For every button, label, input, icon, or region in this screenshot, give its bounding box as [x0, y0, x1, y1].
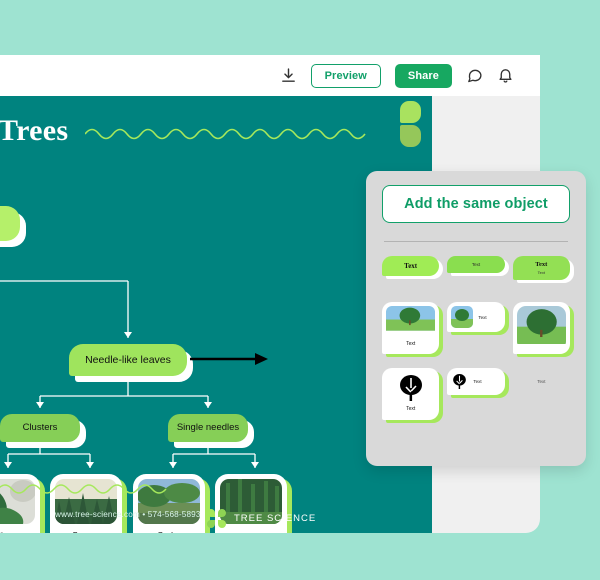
footer-contact: www.tree-science.com • 574-568-5893	[55, 510, 201, 519]
tree-icon	[386, 372, 435, 404]
template-label: Text	[537, 379, 546, 384]
brand-row: TREE SCIENCE	[207, 509, 316, 528]
flow-node-clusters[interactable]: Clusters	[0, 414, 80, 442]
toolbar: Preview Share	[0, 55, 540, 96]
template-label: Text	[406, 341, 416, 347]
tree-photo	[516, 306, 566, 350]
tree-icon	[452, 373, 467, 390]
wave-line-icon	[0, 484, 167, 494]
template-image-only[interactable]	[512, 302, 570, 354]
template-plain-text[interactable]: Text	[513, 368, 570, 395]
panel-divider	[384, 241, 568, 242]
comment-icon[interactable]	[466, 67, 483, 84]
template-sublabel: Text	[537, 270, 545, 275]
template-chip-text-small[interactable]: Text	[447, 256, 505, 273]
template-chip-text-serif[interactable]: Text	[382, 256, 440, 276]
bell-icon[interactable]	[497, 67, 514, 84]
download-icon[interactable]	[280, 67, 297, 84]
template-label: Text	[471, 262, 481, 267]
poster-footer: www.tree-science.com • 574-568-5893 TREE…	[0, 471, 432, 533]
add-object-panel: Add the same object Text Text Text Text …	[366, 171, 586, 466]
flow-node-single-needles[interactable]: Single needles	[168, 414, 248, 442]
template-grid-icons: Text Text Text	[382, 368, 570, 420]
four-petal-logo-icon	[207, 509, 226, 528]
template-image-side-label[interactable]: Text	[447, 302, 505, 332]
template-label: Text	[406, 406, 416, 412]
tree-photo	[451, 306, 474, 328]
template-label: Text	[535, 261, 548, 268]
arrow-to-panel-icon	[190, 353, 268, 365]
template-label: Text	[404, 262, 418, 270]
template-label: Text	[473, 379, 482, 384]
template-grid-images: Text Text	[382, 302, 570, 354]
template-icon-side-label[interactable]: Text	[447, 368, 505, 395]
template-label: Text	[478, 314, 487, 320]
brand-name: TREE SCIENCE	[234, 513, 317, 524]
preview-button[interactable]: Preview	[310, 63, 381, 88]
template-image-top-label[interactable]: Text	[382, 302, 440, 354]
flow-node-needle-like-leaves[interactable]: Needle-like leaves	[69, 344, 187, 376]
template-grid-chips: Text Text Text Text	[382, 256, 570, 280]
share-button[interactable]: Share	[394, 63, 452, 88]
add-the-same-object-button[interactable]: Add the same object	[382, 185, 570, 223]
tree-photo	[386, 306, 436, 337]
template-icon-top-label[interactable]: Text	[382, 368, 440, 420]
template-chip-text-title-sub[interactable]: Text Text	[512, 256, 570, 280]
